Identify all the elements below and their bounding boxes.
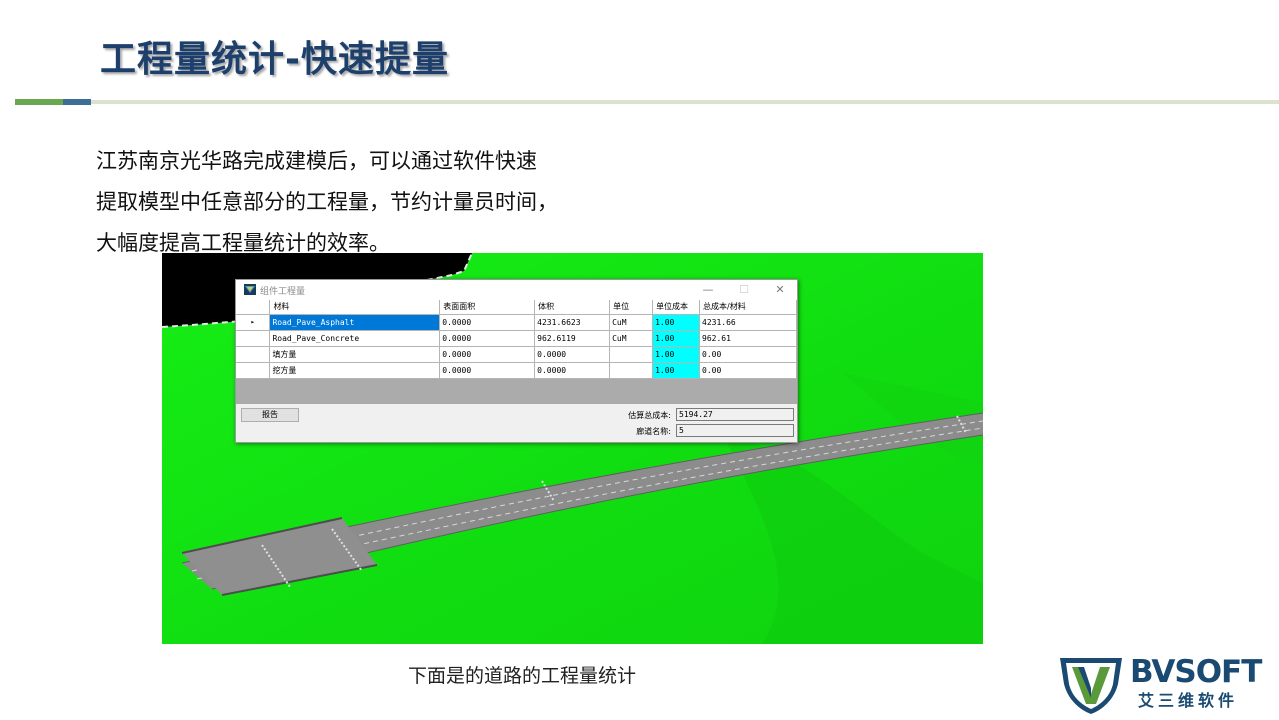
cell-total-cost[interactable]: 0.00 (699, 362, 797, 379)
divider-green-segment (15, 99, 63, 105)
cell-volume[interactable]: 0.0000 (534, 346, 611, 363)
cell-total-cost[interactable]: 0.00 (699, 346, 797, 363)
divider-blue-segment (63, 99, 91, 105)
company-logo: BVSOFT 艾三维软件 (1058, 654, 1262, 716)
cell-unit[interactable]: CuM (609, 330, 654, 347)
figure-caption: 下面是的道路的工程量统计 (408, 665, 637, 687)
cell-total-cost[interactable]: 962.61 (699, 330, 797, 347)
shield-v-logo-icon (1060, 658, 1122, 714)
cell-unit[interactable]: CuM (609, 314, 654, 331)
divider-pale-segment (91, 100, 1279, 104)
intro-paragraph: 江苏南京光华路完成建模后，可以通过软件快速 提取模型中任意部分的工程量，节约计量… (96, 141, 558, 264)
table-row[interactable]: 挖方量 0.0000 0.0000 1.00 0.00 (236, 362, 797, 379)
row-selector[interactable] (236, 330, 271, 347)
minimize-button[interactable]: — (696, 281, 720, 298)
table-row[interactable]: Road_Pave_Concrete 0.0000 962.6119 CuM 1… (236, 330, 797, 347)
cell-surface-area[interactable]: 0.0000 (439, 314, 536, 331)
column-header-volume[interactable]: 体积 (534, 300, 611, 315)
cell-volume[interactable]: 0.0000 (534, 362, 611, 379)
maximize-button[interactable]: ☐ (732, 281, 756, 298)
column-header-total-cost[interactable]: 总成本/材料 (699, 300, 797, 315)
cell-material[interactable]: 填方量 (269, 346, 441, 363)
cell-unit-cost[interactable]: 1.00 (652, 314, 701, 331)
cell-unit[interactable] (609, 362, 654, 379)
app-icon (244, 284, 256, 295)
cell-unit-cost[interactable]: 1.00 (652, 362, 701, 379)
logo-subtitle: 艾三维软件 (1138, 691, 1239, 710)
close-button[interactable]: ✕ (768, 281, 792, 298)
cell-surface-area[interactable]: 0.0000 (439, 362, 536, 379)
cell-surface-area[interactable]: 0.0000 (439, 330, 536, 347)
cell-unit[interactable] (609, 346, 654, 363)
cell-unit-cost[interactable]: 1.00 (652, 330, 701, 347)
row-header-corner (236, 300, 271, 315)
report-button[interactable]: 报告 (241, 408, 299, 422)
row-selector[interactable] (236, 346, 271, 363)
corridor-name-label: 廊道名称: (636, 427, 671, 436)
quantity-grid-area: 材料 表面面积 体积 单位 单位成本 总成本/材料 ▸ Road_Pave_As… (236, 300, 797, 404)
table-row[interactable]: 填方量 0.0000 0.0000 1.00 0.00 (236, 346, 797, 363)
cell-volume[interactable]: 962.6119 (534, 330, 611, 347)
dialog-title: 组件工程量 (260, 287, 306, 297)
intro-line-1: 江苏南京光华路完成建模后，可以通过软件快速 (96, 149, 537, 173)
cell-material[interactable]: Road_Pave_Asphalt (269, 314, 441, 331)
column-header-unit-cost[interactable]: 单位成本 (652, 300, 701, 315)
column-header-surface-area[interactable]: 表面面积 (439, 300, 536, 315)
corridor-name-field[interactable]: 5 (676, 424, 794, 437)
component-quantity-dialog: 组件工程量 — ☐ ✕ 材料 表面面积 体积 单位 单位成本 总成本/材料 ▸ … (235, 279, 798, 443)
cell-surface-area[interactable]: 0.0000 (439, 346, 536, 363)
table-header-row: 材料 表面面积 体积 单位 单位成本 总成本/材料 (236, 300, 797, 315)
table-row[interactable]: ▸ Road_Pave_Asphalt 0.0000 4231.6623 CuM… (236, 314, 797, 331)
logo-brand-text: BVSOFT (1130, 654, 1262, 690)
cell-volume[interactable]: 4231.6623 (534, 314, 611, 331)
cell-material[interactable]: 挖方量 (269, 362, 441, 379)
estimated-total-label: 估算总成本: (628, 411, 671, 420)
cell-unit-cost[interactable]: 1.00 (652, 346, 701, 363)
estimated-total-field[interactable]: 5194.27 (676, 408, 794, 421)
row-selector-marker[interactable]: ▸ (236, 314, 271, 331)
cell-total-cost[interactable]: 4231.66 (699, 314, 797, 331)
slide-title: 工程量统计-快速提量 (100, 39, 449, 80)
title-divider (0, 99, 1279, 105)
dialog-titlebar[interactable]: 组件工程量 — ☐ ✕ (236, 280, 797, 300)
cell-material[interactable]: Road_Pave_Concrete (269, 330, 441, 347)
intro-line-2: 提取模型中任意部分的工程量，节约计量员时间， (96, 190, 558, 214)
quantity-table: 材料 表面面积 体积 单位 单位成本 总成本/材料 ▸ Road_Pave_As… (236, 300, 797, 379)
row-selector[interactable] (236, 362, 271, 379)
column-header-unit[interactable]: 单位 (609, 300, 654, 315)
column-header-material[interactable]: 材料 (269, 300, 441, 315)
